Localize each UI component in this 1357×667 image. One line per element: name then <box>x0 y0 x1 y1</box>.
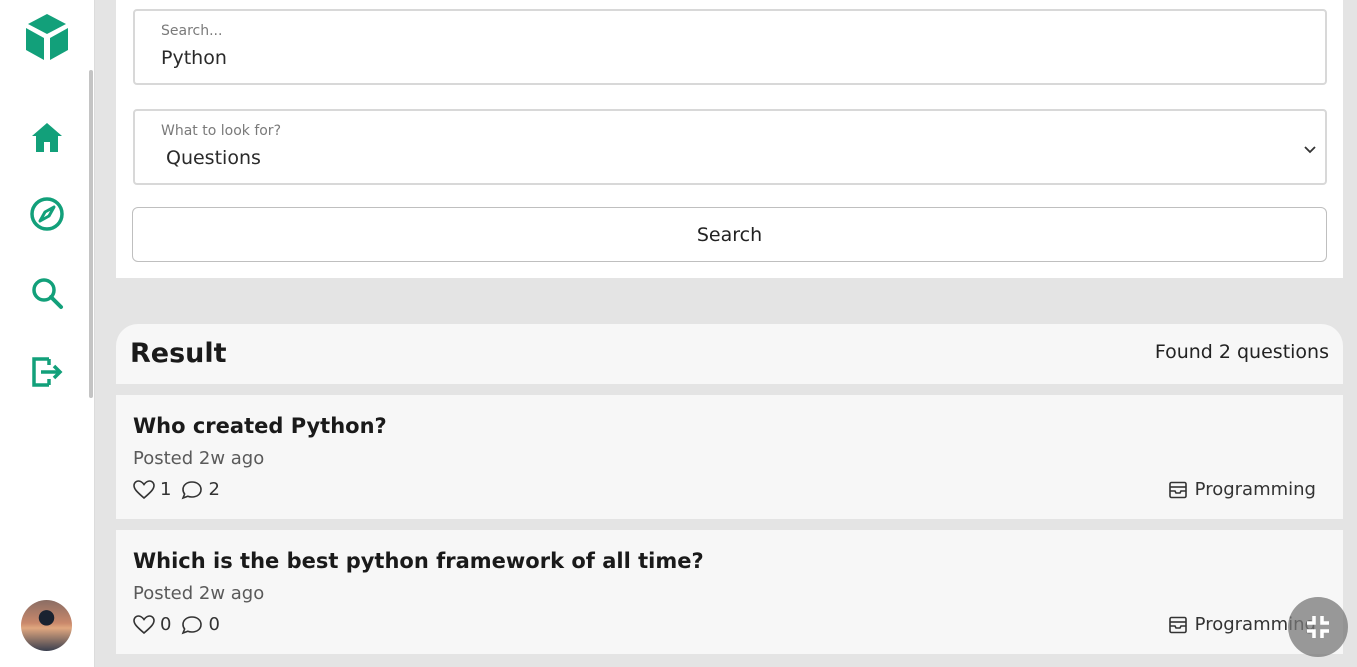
search-icon[interactable] <box>27 273 67 313</box>
inbox-icon <box>1168 481 1187 498</box>
question-title[interactable]: Who created Python? <box>133 414 387 438</box>
search-button[interactable]: Search <box>132 207 1327 262</box>
filter-select-label: What to look for? <box>161 123 281 139</box>
comment-count: 2 <box>208 479 220 500</box>
cube-logo-icon[interactable] <box>24 12 70 62</box>
heart-icon <box>133 614 155 634</box>
question-stats: 1 2 <box>133 479 230 500</box>
chevron-down-icon[interactable] <box>1303 141 1317 155</box>
search-field[interactable]: Search... <box>133 9 1327 85</box>
sidebar <box>0 0 95 667</box>
question-card[interactable]: Which is the best python framework of al… <box>116 530 1343 654</box>
compass-icon[interactable] <box>27 194 67 234</box>
question-title[interactable]: Which is the best python framework of al… <box>133 549 704 573</box>
result-header: Result Found 2 questions <box>116 324 1343 384</box>
comment-icon <box>182 615 203 634</box>
like-button[interactable]: 1 <box>133 479 171 500</box>
logout-icon[interactable] <box>27 351 67 391</box>
comment-count: 0 <box>208 614 220 635</box>
question-posted-time: Posted 2w ago <box>133 448 265 469</box>
inbox-icon <box>1168 616 1187 633</box>
result-count: Found 2 questions <box>1154 341 1329 363</box>
like-count: 0 <box>160 614 172 635</box>
category-label: Programming <box>1194 479 1316 500</box>
user-avatar[interactable] <box>21 600 72 651</box>
search-input[interactable] <box>161 47 1261 69</box>
collapse-fab-button[interactable] <box>1288 597 1348 657</box>
search-field-label: Search... <box>161 23 223 39</box>
like-count: 1 <box>160 479 172 500</box>
collapse-icon <box>1307 616 1329 638</box>
heart-icon <box>133 479 155 499</box>
comment-button[interactable]: 0 <box>181 614 220 635</box>
question-posted-time: Posted 2w ago <box>133 583 265 604</box>
filter-select[interactable]: What to look for? Questions <box>133 109 1327 185</box>
sidebar-scrollbar[interactable] <box>89 70 93 398</box>
like-button[interactable]: 0 <box>133 614 171 635</box>
category-tag[interactable]: Programming <box>1168 479 1316 500</box>
comment-icon <box>182 480 203 499</box>
comment-button[interactable]: 2 <box>181 479 220 500</box>
home-icon[interactable] <box>27 117 67 157</box>
question-card[interactable]: Who created Python? Posted 2w ago 1 2 Pr… <box>116 395 1343 519</box>
result-title: Result <box>130 338 227 369</box>
question-stats: 0 0 <box>133 614 230 635</box>
filter-selected-value: Questions <box>166 147 261 169</box>
